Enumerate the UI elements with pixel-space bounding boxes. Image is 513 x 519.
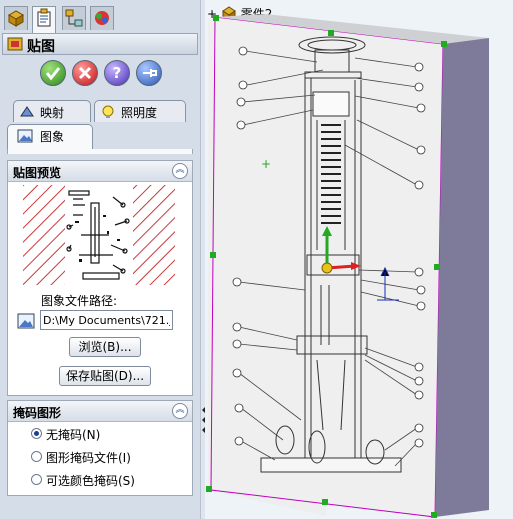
image-icon: [17, 129, 33, 143]
radio-no-mask[interactable]: [31, 428, 42, 439]
appearance-icon: [95, 11, 109, 25]
radio-no-mask-label: 无掩码(N): [46, 428, 101, 442]
help-icon: ?: [113, 64, 122, 82]
help-button[interactable]: ?: [104, 60, 130, 86]
property-manager-icon: [37, 8, 51, 27]
image-path-label: 图象文件路径:: [41, 294, 118, 308]
light-bulb-icon: [102, 105, 114, 118]
radio-image-mask[interactable]: [31, 451, 42, 462]
radio-color-mask[interactable]: [31, 474, 42, 485]
cancel-icon: [78, 66, 92, 80]
pushpin-button[interactable]: [136, 60, 162, 86]
tab-lighting[interactable]: 照明度: [94, 100, 186, 122]
decal-preview-title: 贴图预览: [13, 166, 62, 180]
pushpin-icon: [143, 69, 157, 77]
origin-crosshair: +: [261, 157, 271, 171]
graphics-area[interactable]: + 零件2 +: [205, 0, 513, 519]
mask-title: 掩码图形: [13, 406, 62, 420]
decal-preview-section: 贴图预览 ︽ 图象文件路径: D:\My Documents\721.jpg 浏…: [7, 160, 193, 396]
image-path-field[interactable]: [40, 310, 173, 330]
mask-section: 掩码图形 ︽ 无掩码(N) 图形掩码文件(I) 可选颜色掩码(S): [7, 400, 193, 496]
browse-button[interactable]: 浏览(B)...: [69, 337, 141, 357]
image-file-icon: [17, 313, 35, 329]
appearance-manager-tab[interactable]: [90, 6, 114, 30]
mapping-icon: [20, 106, 34, 117]
decal-preview-image: [23, 185, 175, 285]
mask-header[interactable]: 掩码图形 ︽: [8, 401, 192, 422]
save-decal-button[interactable]: 保存贴图(D)...: [59, 366, 151, 386]
decal-icon: [7, 37, 23, 51]
radio-color-mask-label: 可选颜色掩码(S): [46, 474, 135, 488]
tab-content-edge: [7, 149, 193, 154]
configuration-manager-icon: [65, 9, 83, 27]
cancel-button[interactable]: [72, 60, 98, 86]
model-view: +: [206, 14, 489, 518]
panel-title: 贴图: [27, 39, 55, 55]
collapse-icon[interactable]: ︽: [172, 163, 188, 179]
svg-text:?: ?: [113, 64, 122, 82]
configuration-manager-tab[interactable]: [62, 6, 86, 30]
feature-tree-icon: [7, 10, 25, 27]
decal-preview-header[interactable]: 贴图预览 ︽: [8, 161, 192, 182]
tab-image[interactable]: 图象: [7, 124, 93, 150]
ok-icon: [45, 67, 61, 81]
radio-image-mask-label: 图形掩码文件(I): [46, 451, 131, 465]
tab-lighting-label: 照明度: [121, 106, 158, 120]
tab-mapping-label: 映射: [40, 106, 65, 120]
block-side-face: [435, 38, 489, 517]
manager-tabstrip: [0, 0, 200, 33]
tab-image-label: 图象: [40, 130, 65, 144]
panel-titlebar: 贴图: [2, 33, 198, 55]
property-manager-panel: 贴图 ? 映射 照明度 图象 贴图预览 ︽ 图象文件路径: D:\My Docu…: [0, 0, 200, 519]
ok-button[interactable]: [40, 60, 66, 86]
property-manager-tab[interactable]: [32, 6, 56, 33]
collapse-icon[interactable]: ︽: [172, 403, 188, 419]
tab-mapping[interactable]: 映射: [13, 100, 91, 122]
feature-manager-tab[interactable]: [4, 6, 28, 30]
